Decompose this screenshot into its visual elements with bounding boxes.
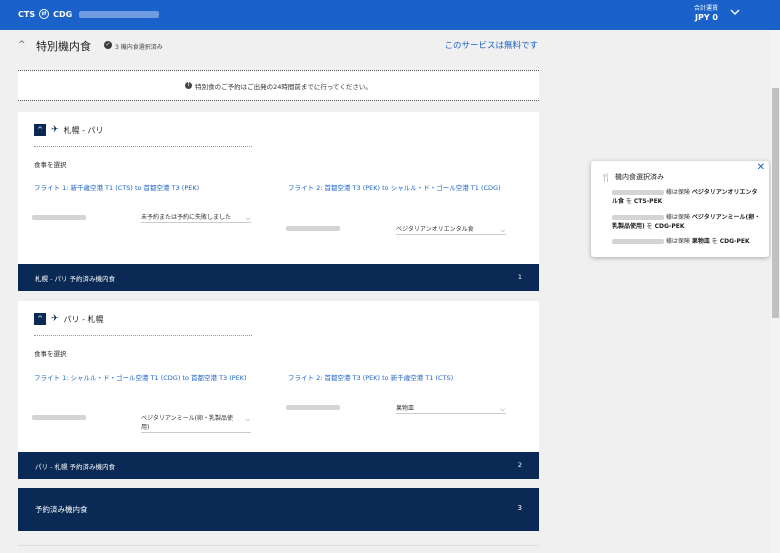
chevron-down-icon: ⌵	[500, 406, 505, 413]
meal-select-value: ベジタリアンオリエンタル食	[396, 226, 474, 233]
row-prefix: 様は保険	[665, 214, 690, 221]
choose-meal-label: 食事を選択	[34, 161, 67, 169]
flight-2-info: フライト 2: 首都空港 T3 (PEK) to 新千歳空港 T1 (CTS)	[288, 374, 454, 382]
meal-select-flight-2[interactable]: 果物皿 ⌵	[396, 404, 506, 414]
row-mid: を	[711, 238, 718, 245]
meal-select-flight-1[interactable]: ベジタリアンミール(卵・乳製品使用) ⌵	[141, 414, 251, 433]
leg-name: パリ - 札幌	[63, 314, 104, 324]
row-meal: 果物皿	[691, 238, 710, 245]
section-title: 特別機内食	[36, 40, 91, 53]
meal-select-value: 果物皿	[396, 405, 415, 412]
destination-code: CDG	[53, 9, 73, 19]
meal-select-value: ベジタリアンミール(卵・乳製品使用)	[141, 415, 233, 431]
chevron-down-icon: ⌵	[500, 227, 505, 234]
free-service-note: このサービスは無料です	[444, 41, 538, 51]
leg-summary-label: 札幌 - パリ 予約済み機内食	[35, 275, 116, 283]
row-route: CTS-PEK	[633, 198, 663, 205]
divider	[18, 545, 539, 546]
info-icon: !	[185, 82, 193, 89]
fare-total-label: 合計運賃	[693, 5, 718, 12]
top-bar: CTS ⇄ CDG 合計運賃 JPY 0	[0, 0, 780, 30]
popup-row: 様は保険 ベジタリアンミール(卵・乳製品使用) を CDG-PEK	[612, 213, 762, 231]
booked-meals-total-bar[interactable]: 予約済み機内食 3	[18, 488, 539, 531]
utensils-icon: 🍴	[601, 172, 611, 182]
passenger-name-redacted	[612, 190, 664, 195]
chevron-down-icon: ⌵	[245, 416, 250, 423]
meal-select-flight-2[interactable]: ベジタリアンオリエンタル食 ⌵	[396, 225, 506, 235]
selected-status: 3 機内食選択済み	[115, 44, 163, 51]
leg-header: ^ ✈ 札幌 - パリ	[34, 124, 104, 136]
row-route: CDG-PEK	[654, 223, 685, 230]
collapse-toggle-icon[interactable]: ^	[34, 124, 46, 136]
section-header: ^ 特別機内食 ✓ 3 機内食選択済み このサービスは無料です	[0, 30, 771, 60]
divider	[34, 335, 252, 336]
leg-name: 札幌 - パリ	[63, 125, 104, 135]
flight-2-info: フライト 2: 首都空港 T3 (PEK) to シャルル・ド・ゴール空港 T1…	[288, 184, 501, 192]
swap-icon: ⇄	[39, 9, 50, 19]
passenger-name-redacted	[286, 226, 340, 231]
route-summary: CTS ⇄ CDG	[18, 9, 160, 19]
passenger-name-redacted	[286, 405, 340, 410]
chevron-down-icon: ⌵	[245, 215, 250, 222]
chevron-down-icon[interactable]	[730, 7, 740, 17]
booked-total-label: 予約済み機内食	[35, 505, 88, 514]
meal-select-flight-1[interactable]: 未予約または予約に失敗しました ⌵	[141, 213, 251, 223]
passenger-name-redacted	[612, 239, 664, 244]
plane-icon: ✈	[51, 314, 59, 324]
passenger-name-redacted	[32, 215, 86, 220]
scrollbar-thumb[interactable]	[772, 88, 779, 318]
meal-select-value: 未予約または予約に失敗しました	[141, 214, 232, 221]
passenger-name-redacted	[612, 215, 664, 220]
row-mid: を	[625, 198, 632, 205]
divider	[34, 146, 252, 147]
redacted-text	[79, 10, 160, 18]
leg-summary-count: 1	[517, 273, 522, 281]
popup-row: 様は保険 果物皿 を CDG-PEK	[612, 237, 762, 246]
leg-summary-bar-1[interactable]: 札幌 - パリ 予約済み機内食 1	[18, 264, 539, 291]
popup-header: 🍴 機内食選択済み	[601, 172, 664, 182]
collapse-toggle-icon[interactable]: ^	[34, 313, 46, 325]
fare-total: 合計運賃 JPY 0	[694, 3, 718, 22]
choose-meal-label: 食事を選択	[34, 350, 67, 358]
leg-summary-label: パリ - 札幌 予約済み機内食	[35, 463, 116, 471]
notice-text: 特別食のご予約はご出発の24時間前までに行ってください。	[195, 82, 372, 91]
popup-row: 様は保険 ベジタリアンオリエンタル食 を CTS-PEK	[612, 188, 762, 206]
row-route: CDG-PEK	[719, 238, 750, 245]
meal-selection-popup: ✕ 🍴 機内食選択済み 様は保険 ベジタリアンオリエンタル食 を CTS-PEK…	[591, 161, 769, 257]
leg-card-1: ^ ✈ 札幌 - パリ 食事を選択 フライト 1: 新千歳空港 T1 (CTS)…	[18, 112, 539, 264]
leg-card-2: ^ ✈ パリ - 札幌 食事を選択 フライト 1: シャルル・ド・ゴール空港 T…	[18, 301, 539, 452]
leg-summary-count: 2	[517, 461, 522, 469]
row-mid: を	[646, 223, 653, 230]
close-icon[interactable]: ✕	[757, 162, 765, 173]
row-prefix: 様は保険	[665, 238, 690, 245]
booked-total-count: 3	[517, 504, 522, 512]
passenger-name-redacted	[32, 415, 86, 420]
chevron-up-icon[interactable]: ^	[18, 40, 26, 50]
notice-banner: ! 特別食のご予約はご出発の24時間前までに行ってください。	[18, 70, 539, 101]
scrollbar[interactable]	[771, 30, 780, 553]
origin-code: CTS	[18, 9, 36, 19]
check-circle-icon: ✓	[104, 41, 112, 49]
popup-title: 機内食選択済み	[614, 173, 664, 181]
row-prefix: 様は保険	[665, 189, 690, 196]
plane-icon: ✈	[51, 125, 59, 135]
leg-summary-bar-2[interactable]: パリ - 札幌 予約済み機内食 2	[18, 452, 539, 479]
flight-1-info: フライト 1: 新千歳空港 T1 (CTS) to 首都空港 T3 (PEK)	[34, 184, 200, 192]
fare-total-amount: JPY 0	[695, 13, 718, 22]
leg-header: ^ ✈ パリ - 札幌	[34, 313, 104, 325]
flight-1-info: フライト 1: シャルル・ド・ゴール空港 T1 (CDG) to 首都空港 T3…	[34, 374, 247, 382]
